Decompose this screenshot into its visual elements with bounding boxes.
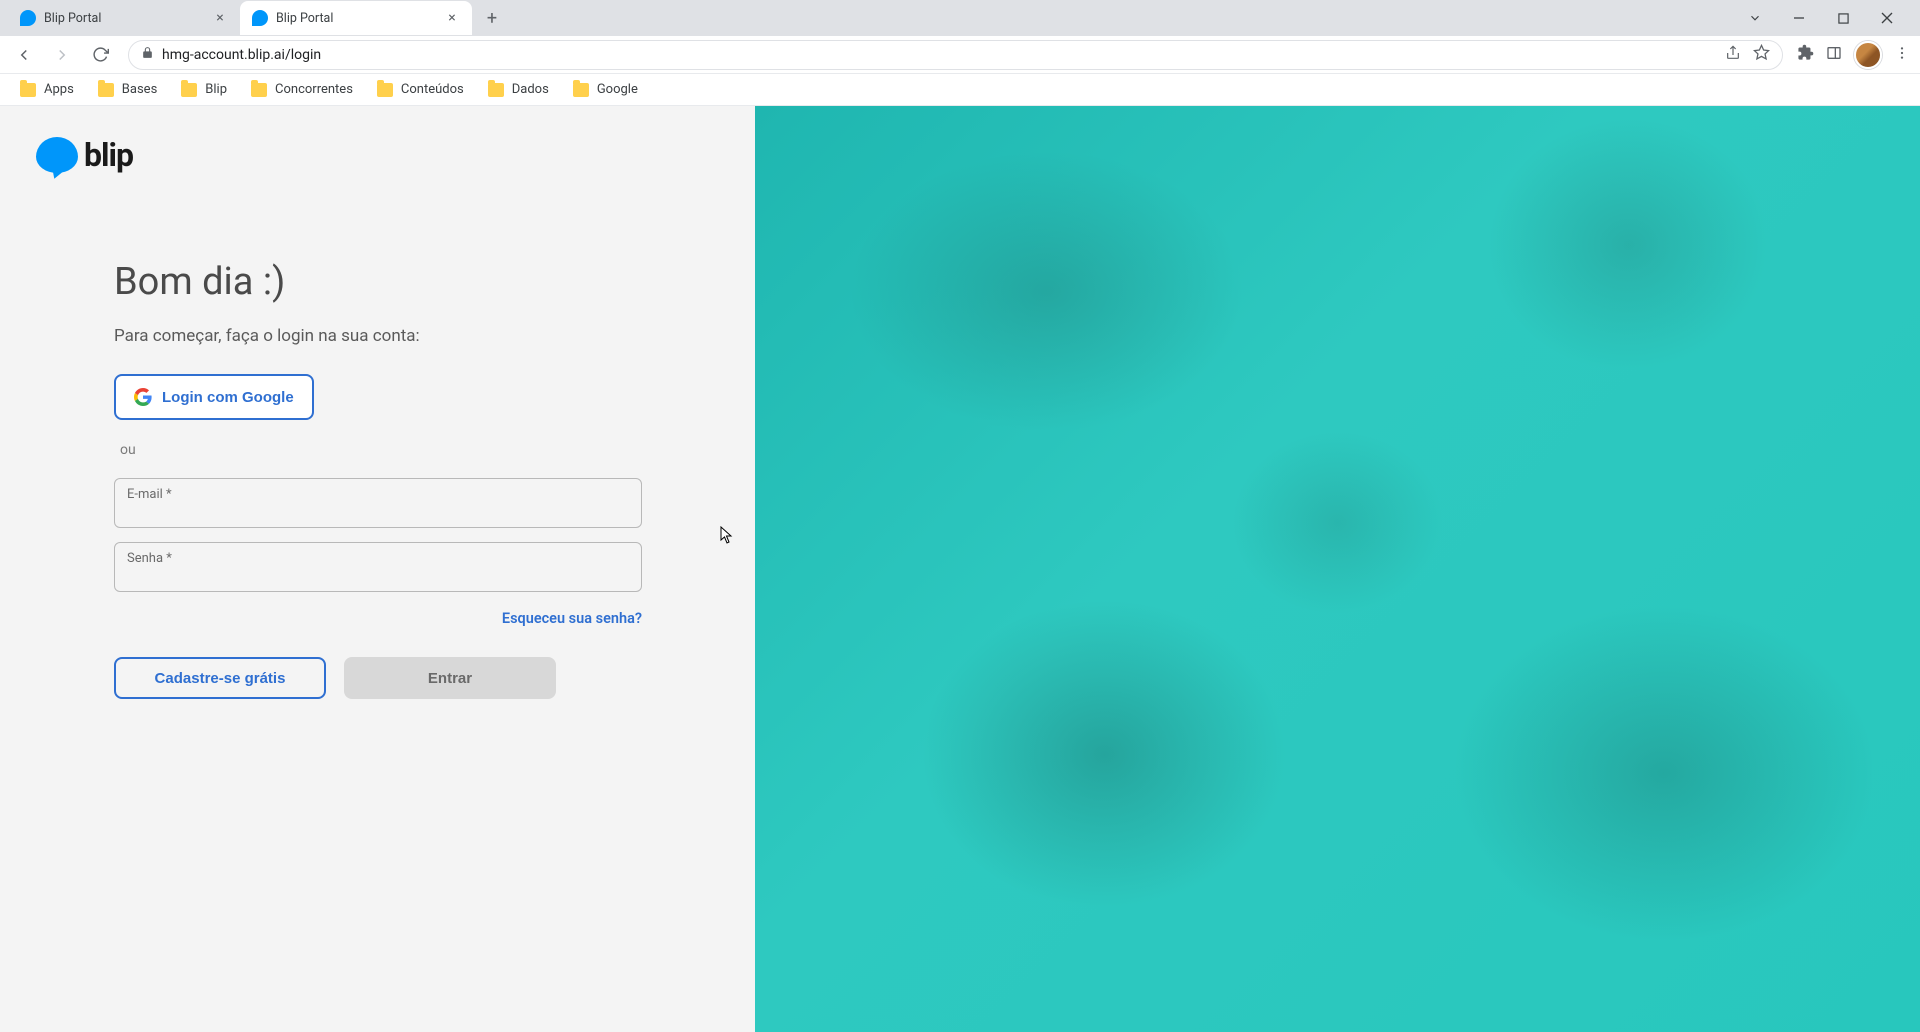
star-icon[interactable]: [1753, 44, 1770, 65]
login-pane: blip Bom dia :) Para começar, faça o log…: [0, 106, 755, 1032]
new-tab-button[interactable]: +: [478, 4, 506, 32]
bookmarks-bar: Apps Bases Blip Concorrentes Conteúdos D…: [0, 74, 1920, 106]
back-button[interactable]: [10, 41, 38, 69]
tab-title: Blip Portal: [44, 11, 204, 26]
email-label: E-mail *: [127, 487, 172, 502]
or-separator: ou: [120, 442, 676, 458]
folder-icon: [20, 83, 36, 97]
password-input[interactable]: [127, 565, 629, 587]
side-panel-icon[interactable]: [1826, 45, 1842, 65]
lock-icon: [141, 46, 154, 63]
bookmark-item[interactable]: Apps: [10, 78, 84, 101]
folder-icon: [98, 83, 114, 97]
browser-tab-0[interactable]: Blip Portal ×: [8, 1, 240, 35]
forgot-password-link[interactable]: Esqueceu sua senha?: [114, 610, 642, 627]
chevron-down-icon[interactable]: [1740, 3, 1770, 33]
blip-bubble-icon: [36, 137, 78, 173]
profile-avatar[interactable]: [1854, 41, 1882, 69]
favicon-icon: [20, 10, 36, 26]
email-field-wrapper[interactable]: E-mail *: [114, 478, 642, 528]
enter-button[interactable]: Entrar: [344, 657, 556, 699]
bookmark-item[interactable]: Bases: [88, 78, 167, 101]
signup-button[interactable]: Cadastre-se grátis: [114, 657, 326, 699]
maximize-icon[interactable]: [1828, 3, 1858, 33]
reload-button[interactable]: [86, 41, 114, 69]
tab-title: Blip Portal: [276, 11, 436, 26]
greeting-heading: Bom dia :): [114, 260, 676, 304]
tab-strip: Blip Portal × Blip Portal × +: [0, 0, 1920, 36]
brand-logo: blip: [36, 136, 719, 174]
login-subtitle: Para começar, faça o login na sua conta:: [114, 326, 676, 346]
folder-icon: [488, 83, 504, 97]
action-buttons: Cadastre-se grátis Entrar: [114, 657, 676, 699]
browser-tab-1[interactable]: Blip Portal ×: [240, 1, 472, 35]
address-bar[interactable]: hmg-account.blip.ai/login: [128, 40, 1783, 70]
url-text: hmg-account.blip.ai/login: [162, 47, 321, 63]
google-login-button[interactable]: Login com Google: [114, 374, 314, 420]
browser-chrome: Blip Portal × Blip Portal × +: [0, 0, 1920, 106]
kebab-menu-icon[interactable]: [1894, 45, 1910, 65]
folder-icon: [251, 83, 267, 97]
page-content: blip Bom dia :) Para começar, faça o log…: [0, 106, 1920, 1032]
password-label: Senha *: [127, 551, 172, 566]
google-login-label: Login com Google: [162, 389, 294, 406]
close-icon[interactable]: ×: [212, 10, 228, 26]
logo-text: blip: [84, 136, 133, 174]
folder-icon: [377, 83, 393, 97]
minimize-icon[interactable]: [1784, 3, 1814, 33]
cursor-icon: [720, 526, 734, 548]
bookmark-item[interactable]: Google: [563, 78, 648, 101]
window-close-icon[interactable]: [1872, 3, 1902, 33]
folder-icon: [181, 83, 197, 97]
share-icon[interactable]: [1725, 45, 1741, 65]
password-field-wrapper[interactable]: Senha *: [114, 542, 642, 592]
bookmark-item[interactable]: Conteúdos: [367, 78, 474, 101]
close-icon[interactable]: ×: [444, 10, 460, 26]
extensions-icon[interactable]: [1797, 44, 1814, 65]
google-icon: [134, 388, 152, 406]
bookmark-item[interactable]: Dados: [478, 78, 559, 101]
hero-image-pane: [755, 106, 1920, 1032]
bookmark-item[interactable]: Blip: [171, 78, 237, 101]
window-controls: [1740, 3, 1912, 33]
forward-button[interactable]: [48, 41, 76, 69]
bookmark-item[interactable]: Concorrentes: [241, 78, 363, 101]
favicon-icon: [252, 10, 268, 26]
folder-icon: [573, 83, 589, 97]
browser-toolbar: hmg-account.blip.ai/login: [0, 36, 1920, 74]
email-input[interactable]: [127, 501, 629, 523]
